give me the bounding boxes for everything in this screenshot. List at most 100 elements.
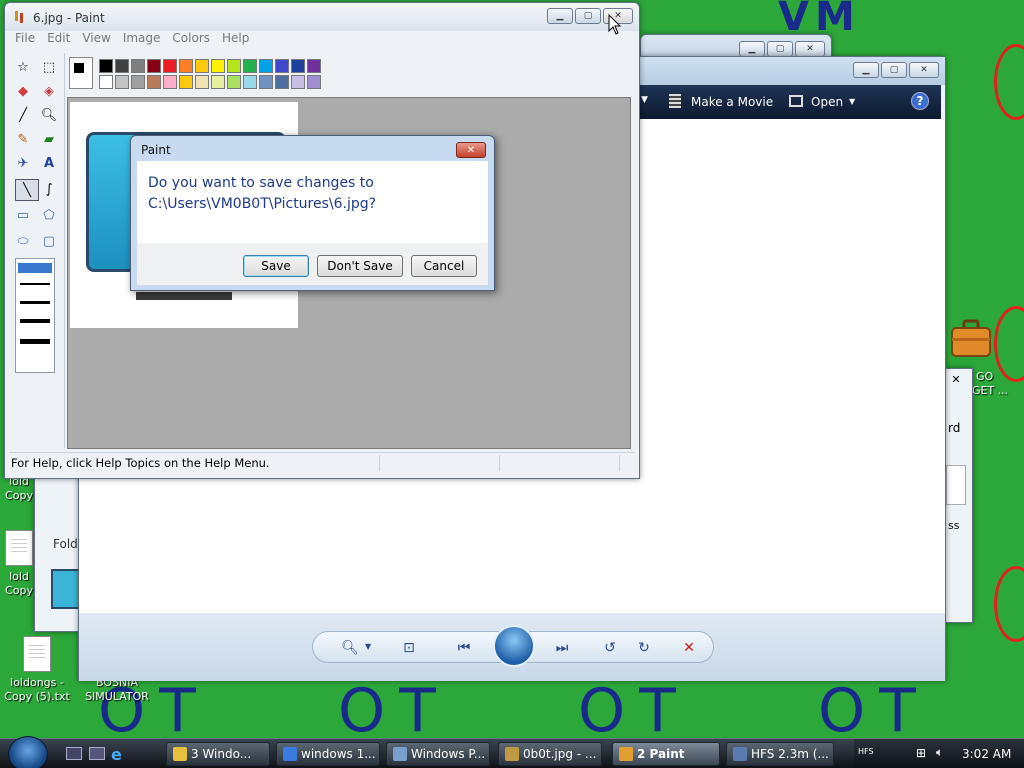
previous-icon[interactable]: ⏮ <box>453 638 475 658</box>
make-movie-button[interactable]: Make a Movie <box>691 95 773 109</box>
menu-file[interactable]: File <box>9 31 41 49</box>
desktop-icon-loldongs-copy-5[interactable]: loldongs - Copy (5).txt <box>2 636 72 704</box>
line-width-2[interactable] <box>20 283 50 285</box>
palette-swatch[interactable] <box>131 75 145 89</box>
fill-icon[interactable]: ◈ <box>39 81 59 101</box>
palette-swatch[interactable] <box>163 75 177 89</box>
primary-color[interactable] <box>73 62 85 74</box>
polygon-icon[interactable]: ⬠ <box>39 205 59 225</box>
hfs-tray-icon[interactable]: HFS <box>858 747 874 756</box>
palette-swatch[interactable] <box>99 59 113 73</box>
maximize-button[interactable]: ▢ <box>767 41 793 57</box>
rotate-clockwise-icon[interactable]: ↻ <box>633 638 655 658</box>
airbrush-icon[interactable]: ✈︎ <box>13 153 33 173</box>
dropdown-arrow-icon[interactable]: ▼ <box>641 95 648 105</box>
taskbar-item[interactable]: 2 Paint <box>612 742 720 766</box>
palette-swatch[interactable] <box>195 75 209 89</box>
save-button[interactable]: Save <box>243 255 309 277</box>
internet-explorer-icon[interactable]: e <box>111 745 122 764</box>
taskbar-item[interactable]: 3 Windo... <box>166 742 270 766</box>
taskbar-item[interactable]: HFS 2.3m (... <box>726 742 834 766</box>
start-button[interactable] <box>8 736 48 768</box>
line-width-1[interactable] <box>18 263 52 273</box>
palette-swatch[interactable] <box>227 75 241 89</box>
line-icon[interactable]: ╲ <box>15 179 39 201</box>
taskbar-item[interactable]: 0b0t.jpg - ... <box>498 742 602 766</box>
menu-colors[interactable]: Colors <box>166 31 216 49</box>
slideshow-button[interactable] <box>493 625 535 667</box>
save-changes-dialog[interactable]: Paint ✕ Do you want to save changes to C… <box>130 135 495 291</box>
palette-swatch[interactable] <box>195 59 209 73</box>
select-icon[interactable]: ⬚ <box>39 57 59 77</box>
palette-swatch[interactable] <box>307 59 321 73</box>
minimize-button[interactable]: ▁ <box>739 41 765 57</box>
menu-view[interactable]: View <box>76 31 116 49</box>
menu-edit[interactable]: Edit <box>41 31 76 49</box>
help-icon[interactable]: ? <box>911 92 929 110</box>
palette-swatch[interactable] <box>115 59 129 73</box>
open-button[interactable]: Open <box>811 95 843 109</box>
minimize-button[interactable]: ▁ <box>547 8 573 24</box>
cancel-button[interactable]: Cancel <box>411 255 477 277</box>
palette-swatch[interactable] <box>147 59 161 73</box>
volume-icon[interactable]: 🔈︎ <box>936 745 943 760</box>
zoom-icon[interactable]: 🔍︎ <box>339 638 361 658</box>
taskbar-item[interactable]: windows 1... <box>276 742 380 766</box>
palette-swatch[interactable] <box>131 59 145 73</box>
palette-swatch[interactable] <box>227 59 241 73</box>
background-folder-window[interactable]: Folde <box>34 478 85 632</box>
actual-size-icon[interactable]: ⊡ <box>398 638 420 658</box>
palette-swatch[interactable] <box>259 59 273 73</box>
palette-swatch[interactable] <box>275 75 289 89</box>
palette-swatch[interactable] <box>275 59 289 73</box>
dropdown-arrow-icon[interactable]: ▼ <box>849 97 855 106</box>
magnifier-icon[interactable]: 🔍︎ <box>39 105 59 125</box>
palette-swatch[interactable] <box>307 75 321 89</box>
clock[interactable]: 3:02 AM <box>962 747 1011 761</box>
palette-swatch[interactable] <box>99 75 113 89</box>
palette-swatch[interactable] <box>243 59 257 73</box>
close-icon[interactable]: ✕ <box>946 373 966 389</box>
desktop-icon-go-get[interactable]: GO GET ... <box>940 318 1020 397</box>
palette-swatch[interactable] <box>115 75 129 89</box>
menu-image[interactable]: Image <box>117 31 167 49</box>
palette-swatch[interactable] <box>291 75 305 89</box>
palette-swatch[interactable] <box>163 59 177 73</box>
rectangle-icon[interactable]: ▭ <box>13 205 33 225</box>
maximize-button[interactable]: ▢ <box>881 62 907 78</box>
dont-save-button[interactable]: Don't Save <box>317 255 403 277</box>
minimize-button[interactable]: ▁ <box>853 62 879 78</box>
palette-swatch[interactable] <box>211 75 225 89</box>
next-icon[interactable]: ⏭ <box>551 638 573 658</box>
background-window-right[interactable]: ✕ rd ss <box>945 368 973 623</box>
palette-swatch[interactable] <box>147 75 161 89</box>
pencil-icon[interactable]: ✎ <box>13 129 33 149</box>
close-button[interactable]: ✕ <box>795 41 825 57</box>
free-form-select-icon[interactable]: ☆ <box>13 57 33 77</box>
show-desktop-icon[interactable] <box>66 747 82 760</box>
line-width-5[interactable] <box>20 339 50 344</box>
rotate-counterclockwise-icon[interactable]: ↺ <box>599 638 621 658</box>
line-width-4[interactable] <box>20 319 50 323</box>
brush-icon[interactable]: ▰ <box>39 129 59 149</box>
eraser-icon[interactable]: ◆ <box>13 81 33 101</box>
pick-color-icon[interactable]: ╱ <box>13 105 33 125</box>
menu-help[interactable]: Help <box>216 31 255 49</box>
dropdown-arrow-icon[interactable]: ▼ <box>365 642 371 651</box>
palette-swatch[interactable] <box>211 59 225 73</box>
close-button[interactable]: ✕ <box>909 62 939 78</box>
rounded-rectangle-icon[interactable]: ▢ <box>39 231 59 251</box>
switch-windows-icon[interactable] <box>89 747 105 760</box>
delete-icon[interactable]: ✕ <box>678 638 700 658</box>
line-width-selector[interactable] <box>15 258 55 373</box>
palette-swatch[interactable] <box>179 75 193 89</box>
line-width-3[interactable] <box>20 301 50 304</box>
palette-swatch[interactable] <box>291 59 305 73</box>
curve-icon[interactable]: ∫ <box>39 179 59 199</box>
maximize-button[interactable]: ▢ <box>575 8 601 24</box>
palette-swatch[interactable] <box>243 75 257 89</box>
taskbar-item[interactable]: Windows P... <box>386 742 490 766</box>
palette-swatch[interactable] <box>179 59 193 73</box>
ellipse-icon[interactable]: ⬭ <box>13 231 33 251</box>
dialog-close-button[interactable]: ✕ <box>456 142 486 158</box>
